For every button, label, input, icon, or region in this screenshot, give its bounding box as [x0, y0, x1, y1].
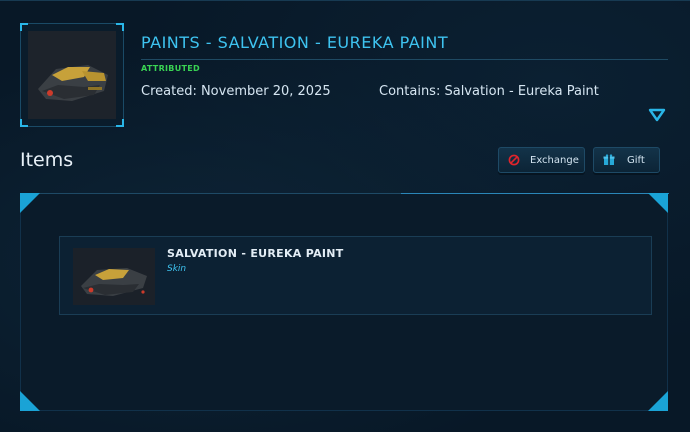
exchange-button[interactable]: Exchange — [498, 147, 585, 173]
gift-icon — [603, 154, 615, 165]
panel-glow-line — [401, 193, 669, 194]
expand-toggle-button[interactable] — [647, 107, 667, 123]
title-divider — [141, 59, 668, 60]
top-border — [0, 0, 690, 1]
panel-corner — [20, 193, 40, 213]
gift-button[interactable]: Gift — [593, 147, 660, 173]
chevron-down-icon — [648, 108, 666, 122]
panel-corner — [648, 193, 668, 213]
list-item[interactable]: SALVATION - EUREKA PAINT Skin — [59, 236, 652, 315]
status-badge: ATTRIBUTED — [141, 64, 200, 73]
gift-label: Gift — [627, 154, 645, 166]
created-date: Created: November 20, 2025 — [141, 84, 331, 99]
items-heading: Items — [20, 149, 74, 171]
exchange-label: Exchange — [530, 154, 579, 166]
exchange-icon — [508, 154, 520, 166]
ship-paint-thumbnail — [28, 31, 116, 119]
contains-text: Contains: Salvation - Eureka Paint — [379, 84, 599, 99]
frame-corner — [20, 23, 28, 31]
ship-paint-thumbnail — [73, 248, 155, 305]
item-type: Skin — [167, 264, 187, 274]
pledge-title: PAINTS - SALVATION - EUREKA PAINT — [141, 33, 449, 52]
items-panel: SALVATION - EUREKA PAINT Skin — [20, 193, 669, 411]
item-name: SALVATION - EUREKA PAINT — [167, 247, 344, 260]
frame-corner — [116, 119, 124, 127]
panel-corner — [648, 391, 668, 411]
frame-corner — [116, 23, 124, 31]
frame-corner — [20, 119, 28, 127]
pledge-thumbnail-frame — [20, 23, 124, 127]
panel-corner — [20, 391, 40, 411]
